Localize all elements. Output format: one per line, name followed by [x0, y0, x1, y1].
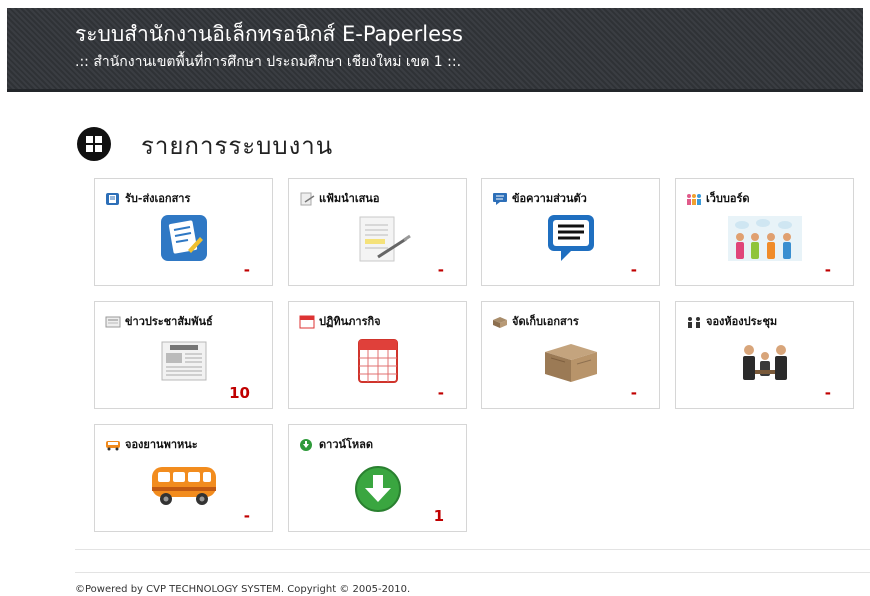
document-edit-icon [144, 213, 224, 263]
tile-count: - [437, 384, 444, 402]
bus-icon [144, 459, 224, 509]
tile-count: 10 [229, 384, 250, 402]
meeting-icon [725, 336, 805, 386]
tile-count: - [824, 384, 831, 402]
tile-count: - [243, 507, 250, 525]
tile-count: - [243, 261, 250, 279]
site-title: ระบบสำนักงานอิเล็กทรอนิกส์ E-Paperless [75, 22, 463, 46]
divider [75, 572, 870, 573]
tile-label: จองยานพาหนะ [125, 438, 198, 451]
tile-meeting-room-booking[interactable]: จองห้องประชุม - [675, 301, 854, 409]
tile-count: - [824, 261, 831, 279]
tile-document-exchange[interactable]: รับ-ส่งเอกสาร - [94, 178, 273, 286]
document-edit-icon [105, 191, 121, 205]
tile-count: - [630, 384, 637, 402]
tile-webboard[interactable]: เว็บบอร์ด - [675, 178, 854, 286]
tile-count: 1 [433, 507, 444, 525]
tile-download[interactable]: ดาวน์โหลด 1 [288, 424, 467, 532]
tile-document-archive[interactable]: จัดเก็บเอกสาร - [481, 301, 660, 409]
tile-count: - [437, 261, 444, 279]
tile-label: แฟ้มนำเสนอ [319, 192, 380, 205]
tile-label: จองห้องประชุม [706, 315, 778, 328]
tile-label: ดาวน์โหลด [319, 438, 374, 451]
site-header: ระบบสำนักงานอิเล็กทรอนิกส์ E-Paperless .… [7, 8, 863, 92]
newspaper-icon [105, 314, 121, 328]
footer-copyright: ©Powered by CVP TECHNOLOGY SYSTEM. Copyr… [75, 584, 411, 595]
divider [75, 549, 870, 550]
calendar-icon [338, 336, 418, 386]
tile-label: ปฏิทินภารกิจ [319, 315, 381, 328]
document-sign-icon [338, 213, 418, 263]
meeting-icon [686, 314, 702, 328]
speech-bubble-icon [492, 191, 508, 205]
archive-box-icon [492, 314, 508, 328]
tile-label: รับ-ส่งเอกสาร [125, 192, 191, 205]
speech-bubble-icon [531, 213, 611, 263]
tile-mission-calendar[interactable]: ปฏิทินภารกิจ - [288, 301, 467, 409]
tile-public-relations-news[interactable]: ข่าวประชาสัมพันธ์ 10 [94, 301, 273, 409]
tile-label: เว็บบอร์ด [706, 192, 750, 205]
newspaper-icon [144, 336, 224, 386]
tile-vehicle-booking[interactable]: จองยานพาหนะ - [94, 424, 273, 532]
people-board-icon [725, 213, 805, 263]
tile-label: ข้อความส่วนตัว [512, 192, 587, 205]
archive-box-icon [531, 336, 611, 386]
tile-private-messages[interactable]: ข้อความส่วนตัว - [481, 178, 660, 286]
bus-icon [105, 437, 121, 451]
download-icon [338, 465, 418, 515]
download-icon [299, 437, 315, 451]
document-sign-icon [299, 191, 315, 206]
people-board-icon [686, 191, 702, 205]
section-title: รายการระบบงาน [141, 132, 334, 160]
tile-count: - [630, 261, 637, 279]
tile-proposal-folder[interactable]: แฟ้มนำเสนอ - [288, 178, 467, 286]
grid-icon [77, 127, 111, 161]
site-subtitle: .:: สำนักงานเขตพื้นที่การศึกษา ประถมศึกษ… [75, 54, 462, 70]
tile-label: จัดเก็บเอกสาร [512, 315, 579, 328]
calendar-icon [299, 314, 315, 329]
tile-label: ข่าวประชาสัมพันธ์ [125, 315, 213, 328]
